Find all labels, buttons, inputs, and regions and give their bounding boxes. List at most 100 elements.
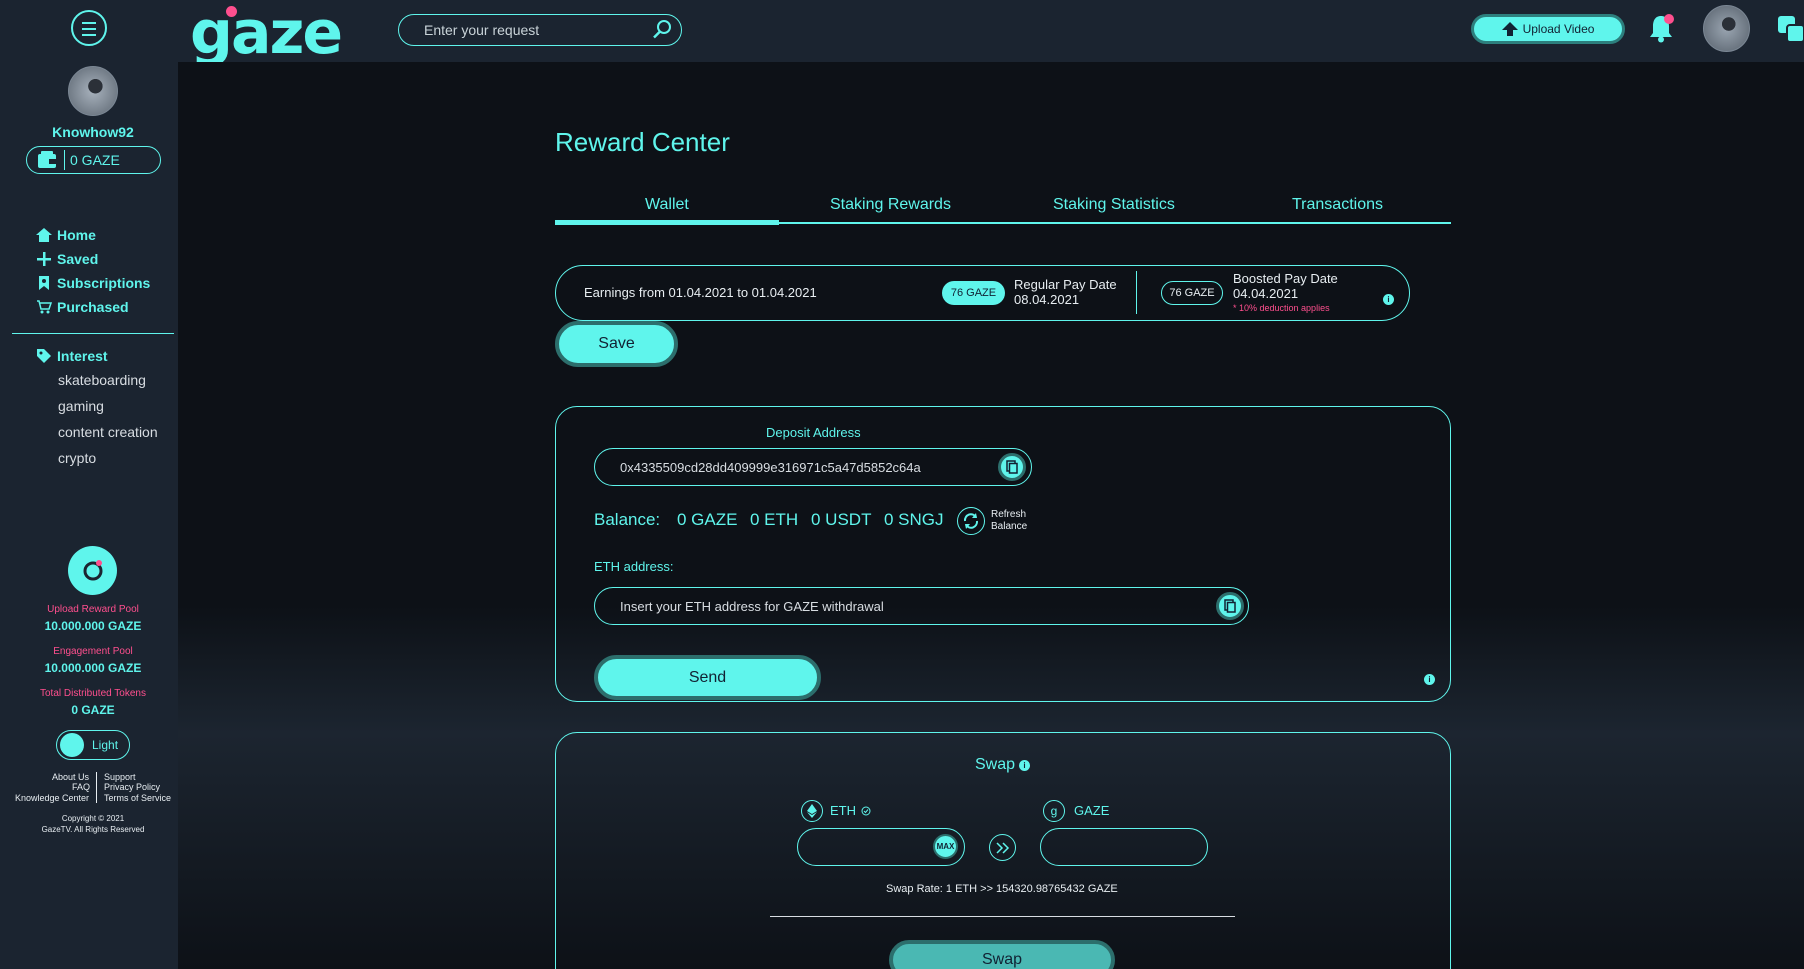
sidebar-avatar[interactable] — [68, 66, 118, 116]
earnings-divider — [1136, 271, 1137, 314]
boosted-amount-badge: 76 GAZE — [1161, 281, 1223, 305]
interest-content-creation[interactable]: content creation — [58, 424, 158, 440]
tab-active-indicator — [555, 220, 779, 225]
sidebar-item-label: Interest — [57, 348, 108, 364]
theme-toggle[interactable]: Light — [56, 730, 130, 760]
info-icon[interactable]: i — [1019, 760, 1030, 771]
page-title: Reward Center — [555, 127, 730, 157]
checkmark-icon — [861, 806, 871, 816]
support-link[interactable]: Support — [104, 772, 136, 782]
boosted-pay-date: 04.04.2021 — [1233, 286, 1299, 301]
balance-sngj: 0 SNGJ — [884, 510, 944, 529]
cart-icon — [37, 300, 52, 314]
total-distributed-label: Total Distributed Tokens — [40, 688, 146, 699]
upload-video-button[interactable]: Upload Video — [1471, 14, 1625, 44]
logo-dot — [226, 6, 237, 17]
deposit-address-field[interactable]: 0x4335509cd28dd409999e316971c5a47d5852c6… — [594, 448, 1032, 486]
faq-link[interactable]: FAQ — [72, 782, 90, 792]
search-input[interactable] — [398, 14, 682, 46]
tab-transactions[interactable]: Transactions — [1292, 196, 1383, 214]
search-icon[interactable] — [652, 19, 672, 39]
sidebar-item-saved[interactable]: Saved — [36, 251, 98, 267]
engagement-pool-value: 10.000.000 GAZE — [44, 661, 142, 675]
refresh-balance-button[interactable] — [957, 507, 985, 535]
user-avatar[interactable] — [1703, 5, 1750, 52]
upload-video-label: Upload Video — [1522, 22, 1595, 36]
regular-pay-date: 08.04.2021 — [1014, 292, 1080, 307]
swap-direction-button[interactable] — [989, 834, 1016, 861]
regular-amount-badge: 76 GAZE — [942, 281, 1005, 305]
wallet-balance-pill[interactable]: 0 GAZE — [26, 146, 161, 174]
menu-icon[interactable] — [71, 10, 107, 46]
gaze-logo[interactable]: gaze — [190, 0, 343, 68]
wallet-balance: 0 GAZE — [70, 152, 120, 168]
bookmark-icon — [39, 276, 49, 290]
sidebar-item-label: Saved — [57, 251, 99, 267]
engagement-pool-label: Engagement Pool — [53, 646, 133, 657]
upload-reward-pool-value: 10.000.000 GAZE — [44, 619, 142, 633]
eth-address-input[interactable]: Insert your ETH address for GAZE withdra… — [594, 587, 1249, 625]
swap-title: Swap — [975, 756, 1016, 773]
tab-staking-rewards[interactable]: Staking Rewards — [830, 196, 951, 214]
double-chevron-right-icon — [995, 841, 1009, 854]
balance-eth: 0 ETH — [750, 510, 799, 529]
username[interactable]: Knowhow92 — [0, 124, 186, 140]
interest-gaming[interactable]: gaming — [58, 398, 104, 414]
terms-of-service-link[interactable]: Terms of Service — [104, 793, 171, 803]
eth-address-placeholder: Insert your ETH address for GAZE withdra… — [620, 598, 884, 614]
refresh-label-2: Balance — [991, 521, 1028, 532]
gaze-token-icon: g — [1043, 800, 1065, 822]
sidebar-item-label: Subscriptions — [57, 275, 151, 291]
paste-eth-address-button[interactable] — [1216, 592, 1244, 620]
knowledge-center-link[interactable]: Knowledge Center — [15, 793, 89, 803]
tag-icon — [37, 349, 51, 363]
info-icon[interactable]: i — [1383, 294, 1394, 305]
swap-divider — [770, 916, 1235, 917]
notification-dot — [1664, 14, 1674, 24]
balance-gaze: 0 GAZE — [677, 510, 738, 529]
gaze-token-logo — [68, 546, 117, 595]
interest-skateboarding[interactable]: skateboarding — [58, 372, 146, 388]
balance-usdt: 0 USDT — [811, 510, 872, 529]
sidebar-item-interest[interactable]: Interest — [36, 348, 108, 364]
total-distributed-value: 0 GAZE — [71, 703, 115, 717]
balance-label: Balance: — [594, 510, 661, 529]
save-button[interactable]: Save — [555, 321, 678, 367]
swap-button[interactable]: Swap — [889, 940, 1115, 969]
copyright-line-1: Copyright © 2021 — [61, 814, 125, 823]
sidebar-item-subscriptions[interactable]: Subscriptions — [36, 275, 150, 291]
sidebar-item-purchased[interactable]: Purchased — [36, 299, 129, 315]
footer-separator — [96, 772, 97, 803]
swap-to-input[interactable] — [1040, 828, 1208, 866]
info-icon[interactable]: i — [1424, 674, 1435, 685]
deposit-address-title: Deposit Address — [766, 425, 861, 440]
copy-deposit-address-button[interactable] — [998, 453, 1026, 481]
about-us-link[interactable]: About Us — [52, 772, 89, 782]
send-button[interactable]: Send — [594, 655, 821, 700]
gaze-g-icon — [83, 559, 102, 580]
deposit-address-value: 0x4335509cd28dd409999e316971c5a47d5852c6… — [620, 459, 921, 475]
wallet-icon — [38, 151, 56, 168]
plus-icon — [37, 252, 51, 266]
swap-rate: Swap Rate: 1 ETH >> 154320.98765432 GAZE — [886, 883, 1118, 895]
language-icon[interactable] — [1776, 13, 1804, 43]
toggle-knob — [60, 733, 84, 757]
upload-icon — [1501, 22, 1518, 36]
tab-wallet[interactable]: Wallet — [645, 196, 689, 214]
privacy-policy-link[interactable]: Privacy Policy — [104, 782, 160, 792]
tab-staking-statistics[interactable]: Staking Statistics — [1053, 196, 1175, 214]
to-token-label: GAZE — [1074, 803, 1110, 818]
sidebar-item-label: Home — [57, 227, 96, 243]
interest-crypto[interactable]: crypto — [58, 450, 96, 466]
copy-icon — [1006, 460, 1018, 474]
refresh-icon — [963, 513, 979, 529]
sidebar-item-home[interactable]: Home — [36, 227, 96, 243]
sidebar-item-label: Purchased — [57, 299, 129, 315]
earnings-period: Earnings from 01.04.2021 to 01.04.2021 — [584, 285, 817, 300]
sidebar-divider — [12, 333, 174, 334]
max-button[interactable]: MAX — [933, 834, 958, 859]
deduction-note: * 10% deduction applies — [1233, 303, 1330, 313]
home-icon — [36, 228, 52, 242]
eth-address-label: ETH address: — [594, 559, 674, 574]
boosted-pay-date-label: Boosted Pay Date — [1233, 271, 1338, 286]
